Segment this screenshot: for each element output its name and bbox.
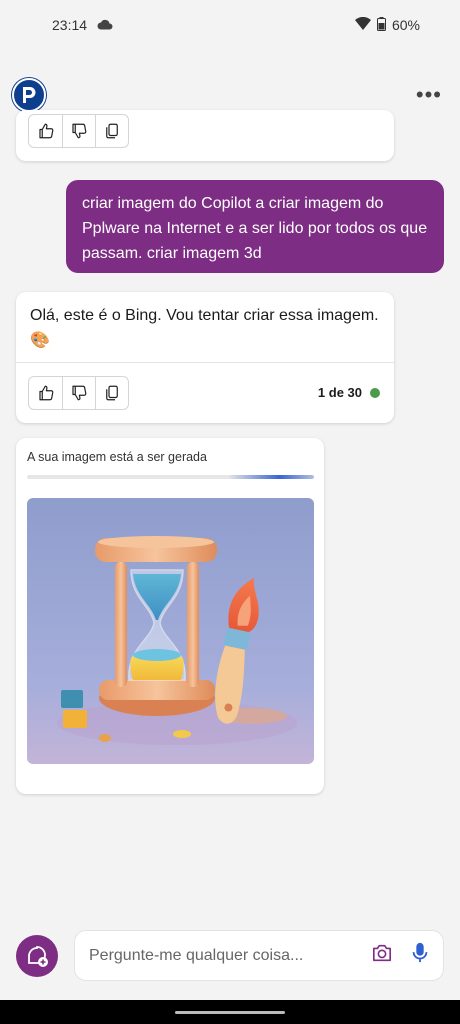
new-chat-icon <box>28 946 48 967</box>
copy-icon <box>106 385 118 401</box>
chat-input[interactable] <box>89 946 371 965</box>
copy-icon <box>106 123 118 139</box>
divider <box>16 362 394 363</box>
previous-bot-card <box>16 110 394 161</box>
cloud-icon <box>97 17 113 33</box>
battery-level: 60% <box>391 17 420 33</box>
image-generation-card: A sua imagem está a ser gerada <box>16 438 324 794</box>
camera-icon[interactable] <box>371 943 393 968</box>
copy-button[interactable] <box>95 115 128 147</box>
thumbs-down-button[interactable] <box>62 377 95 409</box>
bot-reply-text: Olá, este é o Bing. Vou tentar criar ess… <box>30 307 379 349</box>
system-navigation-bar <box>0 1000 460 1024</box>
microphone-icon[interactable] <box>411 942 429 969</box>
feedback-group <box>28 376 129 410</box>
more-options-button[interactable]: ••• <box>416 84 442 106</box>
thumbs-up-icon <box>38 385 53 401</box>
composer-bar <box>0 928 460 984</box>
thumbs-up-button[interactable] <box>29 377 62 409</box>
chat-input-box[interactable] <box>74 930 444 981</box>
thumbs-down-button[interactable] <box>62 115 95 147</box>
user-message-bubble: criar imagem do Copilot a criar imagem d… <box>66 180 444 273</box>
home-gesture-pill[interactable] <box>175 1011 285 1014</box>
wifi-icon <box>354 16 371 33</box>
feedback-group <box>28 114 129 148</box>
counter-status-dot <box>370 387 380 398</box>
battery-icon <box>376 16 386 34</box>
status-bar: 23:14 60% <box>0 0 460 50</box>
generated-image[interactable] <box>27 498 314 764</box>
bot-reply-card: Olá, este é o Bing. Vou tentar criar ess… <box>16 292 394 423</box>
image-status-text: A sua imagem está a ser gerada <box>27 450 207 464</box>
status-time: 23:14 <box>52 17 88 33</box>
image-progress-fill <box>227 475 314 479</box>
copy-button[interactable] <box>95 377 128 409</box>
user-message-text: criar imagem do Copilot a criar imagem d… <box>82 195 428 262</box>
thumbs-up-icon <box>38 123 53 139</box>
message-counter: 1 de 30 <box>318 385 380 400</box>
thumbs-down-icon <box>72 385 87 401</box>
thumbs-up-button[interactable] <box>29 115 62 147</box>
pplware-logo[interactable] <box>12 78 46 112</box>
image-progress-bar <box>27 475 314 479</box>
p-logo-icon <box>23 87 36 103</box>
thumbs-down-icon <box>72 123 87 139</box>
new-topic-button[interactable] <box>16 935 58 977</box>
hourglass-brush-illustration <box>27 498 314 764</box>
counter-text: 1 de 30 <box>317 385 362 400</box>
